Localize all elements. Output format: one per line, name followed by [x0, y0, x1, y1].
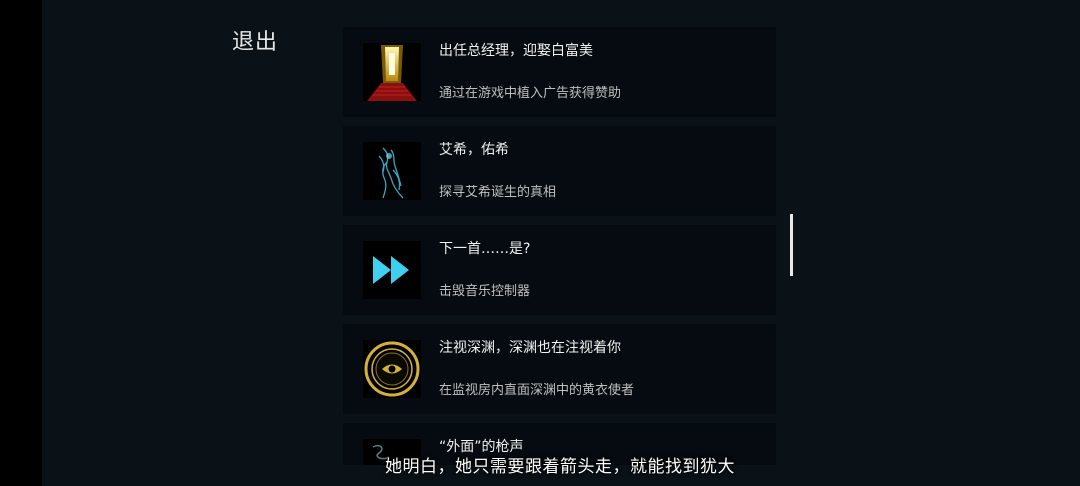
achievement-title: 下一首……是? — [439, 241, 531, 257]
achievement-card[interactable]: 注视深渊，深渊也在注视着你 在监视房内直面深渊中的黄衣使者 — [343, 324, 776, 414]
achievement-title: 注视深渊，深渊也在注视着你 — [439, 340, 621, 356]
achievement-card[interactable]: 艾希，佑希 探寻艾希诞生的真相 — [343, 126, 776, 216]
achievement-list[interactable]: 出任总经理，迎娶白富美 通过在游戏中植入广告获得赞助 艾希，佑希 探寻艾希诞生的… — [343, 27, 776, 465]
achievement-desc: 探寻艾希诞生的真相 — [439, 185, 557, 200]
achievement-desc: 击毁音乐控制器 — [439, 284, 531, 299]
game-screen: 退出 出任总经理，迎娶白富美 通过在游戏中植入广告获得赞助 艾希，佑希 探寻艾希… — [0, 0, 1080, 486]
golden-door-icon — [363, 43, 421, 101]
achievement-title: 艾希，佑希 — [439, 142, 509, 158]
achievement-desc: 在监视房内直面深渊中的黄衣使者 — [439, 383, 635, 398]
scrollbar-thumb[interactable] — [790, 214, 793, 276]
achievement-card[interactable]: 下一首……是? 击毁音乐控制器 — [343, 225, 776, 315]
achievement-desc: 通过在游戏中植入广告获得赞助 — [439, 86, 622, 101]
achievement-title: 出任总经理，迎娶白富美 — [439, 43, 593, 59]
eye-sigil-icon — [363, 340, 421, 398]
exit-button[interactable]: 退出 — [232, 24, 278, 56]
achievement-card[interactable]: 出任总经理，迎娶白富美 通过在游戏中植入广告获得赞助 — [343, 27, 776, 117]
dialogue-subtitle: 她明白，她只需要跟着箭头走，就能找到犹大 — [385, 457, 735, 477]
blue-spectral-figure-icon — [363, 142, 421, 200]
fast-forward-icon — [363, 241, 421, 299]
